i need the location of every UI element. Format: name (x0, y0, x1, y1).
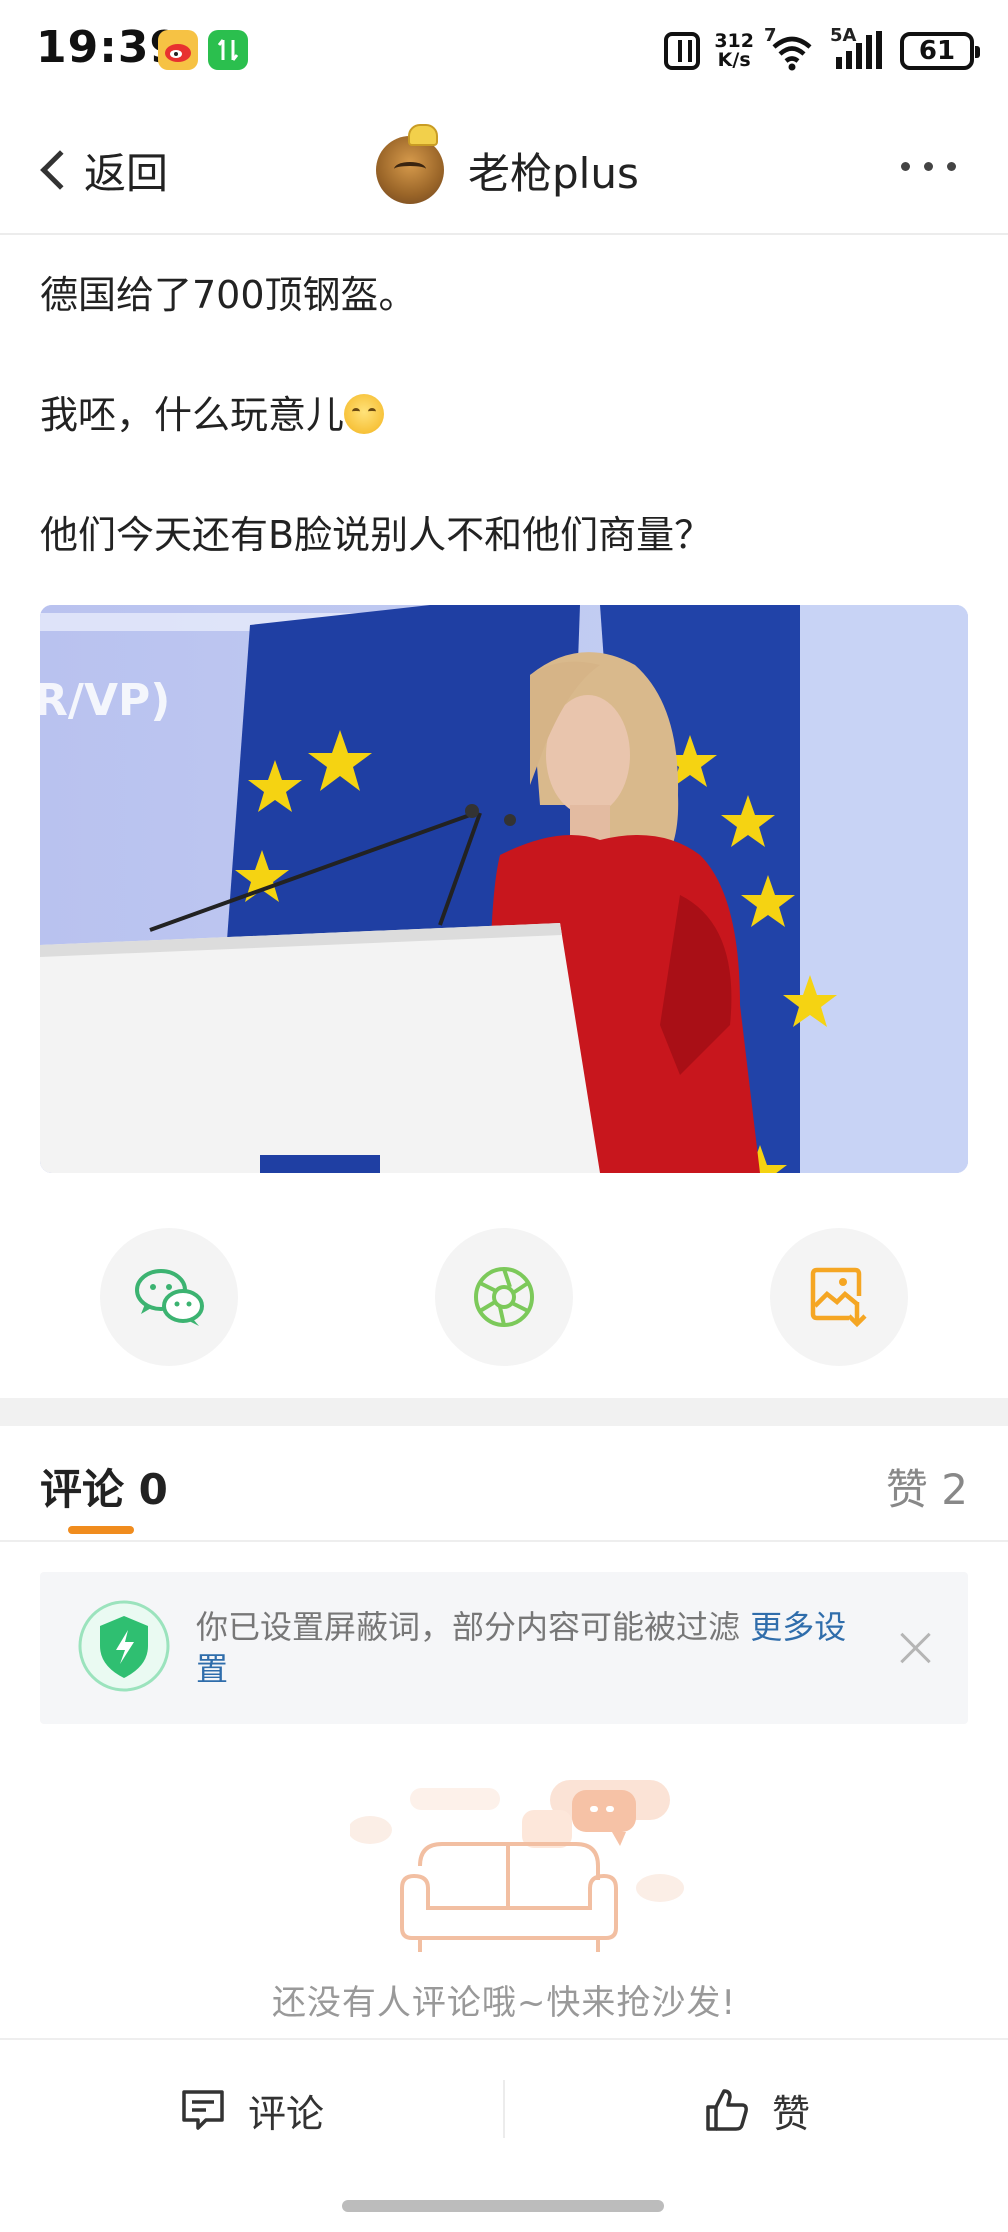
post-body: 德国给了700顶钢盔。 我呸，什么玩意儿 他们今天还有B脸说别人不和他们商量？ (40, 268, 970, 628)
background-sign-text: R/VP) (40, 675, 170, 726)
share-moments-button[interactable] (435, 1228, 573, 1366)
weibo-app-icon (158, 30, 198, 70)
shush-emoji-icon (344, 394, 385, 434)
save-image-button[interactable] (770, 1228, 908, 1366)
nfc-icon (664, 32, 701, 70)
filter-notice: 你已设置屏蔽词，部分内容可能被过滤 更多设置 (40, 1572, 968, 1724)
signal-label: 5A (830, 25, 857, 46)
tab-comments[interactable]: 评论 0 (40, 1456, 168, 1517)
post-text-line: 德国给了700顶钢盔。 (40, 273, 417, 317)
avatar[interactable] (376, 124, 444, 204)
tab-comments-count: 0 (138, 1465, 168, 1514)
comment-icon (182, 2090, 224, 2130)
tab-likes[interactable]: 赞 2 (886, 1456, 968, 1517)
bottom-action-bar: 评论 赞 (0, 2038, 1008, 2178)
like-button[interactable]: 赞 (704, 2082, 810, 2138)
like-button-label: 赞 (772, 2091, 811, 2136)
home-indicator[interactable] (342, 2200, 664, 2212)
section-divider (0, 1398, 1008, 1426)
comment-button[interactable]: 评论 (180, 2082, 324, 2138)
share-wechat-button[interactable] (100, 1228, 238, 1366)
more-dot-icon (901, 162, 910, 171)
network-speed: 312 K/s (714, 32, 754, 70)
empty-comments-text: 还没有人评论哦~快来抢沙发! (271, 1983, 737, 2023)
status-indicators: 312 K/s 7 5A 61 (664, 25, 980, 76)
back-button[interactable]: 返回 (36, 138, 168, 202)
post-text-line: 我呸，什么玩意儿 (40, 388, 970, 442)
back-label: 返回 (84, 148, 169, 198)
more-dot-icon (947, 162, 956, 171)
more-options-button[interactable] (901, 162, 956, 171)
author-name[interactable]: 老枪plus (468, 140, 639, 201)
network-speed-unit: K/s (717, 49, 751, 71)
author-header[interactable]: 老枪plus (376, 124, 639, 204)
filter-notice-message: 你已设置屏蔽词，部分内容可能被过滤 (196, 1608, 741, 1646)
data-transfer-app-icon (208, 30, 248, 70)
moments-icon (474, 1267, 534, 1327)
bottom-bar-divider (503, 2080, 505, 2138)
save-image-icon (810, 1267, 867, 1328)
active-tab-indicator (68, 1526, 134, 1534)
more-dot-icon (924, 162, 933, 171)
tab-likes-label: 赞 (885, 1465, 928, 1514)
filter-notice-text: 你已设置屏蔽词，部分内容可能被过滤 更多设置 (196, 1606, 856, 1690)
signal-icon: 5A (830, 25, 886, 71)
wifi-label: 7 (764, 25, 777, 46)
post-text-line: 他们今天还有B脸说别人不和他们商量？ (40, 513, 713, 557)
tab-likes-count: 2 (941, 1465, 968, 1514)
post-image[interactable]: R/VP) (40, 605, 968, 1173)
wifi-icon: 7 (764, 25, 816, 71)
shield-icon (78, 1600, 170, 1692)
chevron-left-icon (40, 150, 80, 190)
battery-indicator: 61 (900, 32, 980, 70)
comment-button-label: 评论 (248, 2091, 325, 2136)
thumbs-up-icon (706, 2089, 748, 2131)
tab-comments-label: 评论 (40, 1465, 125, 1514)
wechat-icon (135, 1269, 204, 1326)
close-icon[interactable] (898, 1630, 934, 1666)
empty-sofa-illustration (350, 1780, 684, 1952)
post-text-segment: 我呸，什么玩意儿 (40, 393, 345, 437)
nav-bar: 返回 老枪plus (0, 110, 1008, 235)
status-bar: 19:39 312 K/s 7 5A 61 (0, 0, 1008, 100)
comment-like-tabs: 评论 0 赞 2 (0, 1426, 1008, 1542)
share-row (0, 1228, 1008, 1368)
